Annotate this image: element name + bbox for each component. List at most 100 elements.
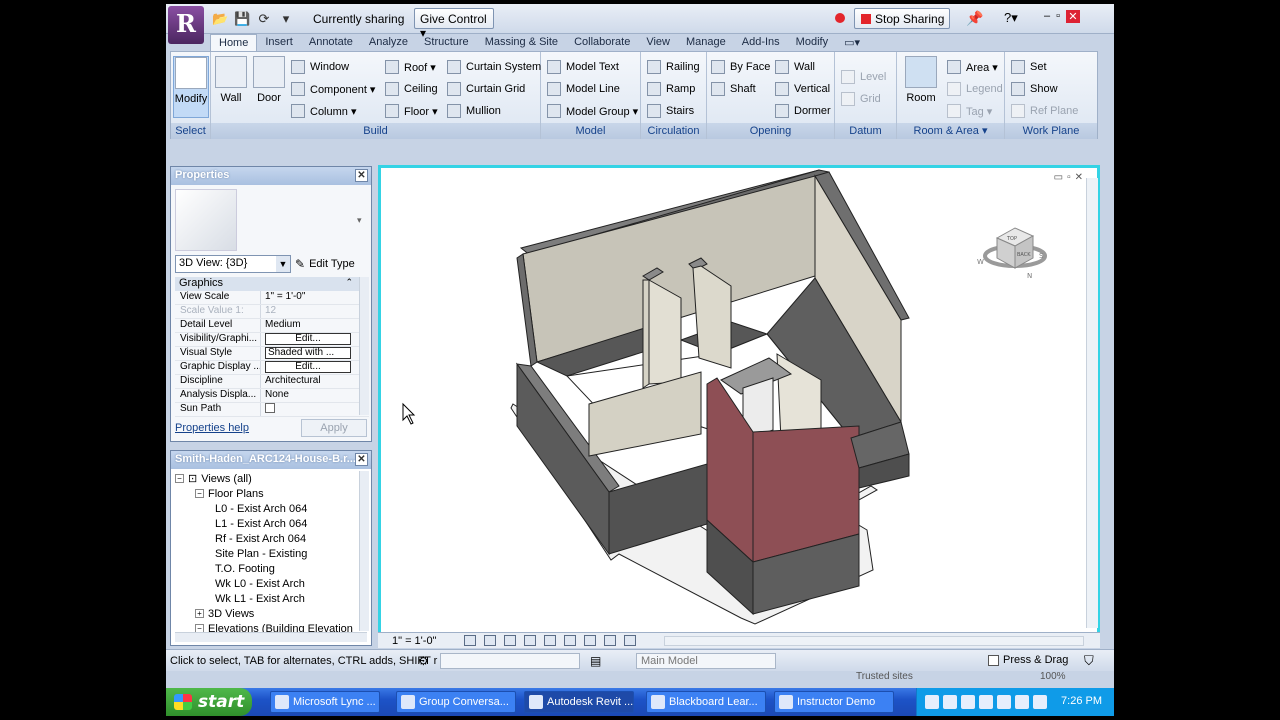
tray-update-icon[interactable] — [1015, 695, 1029, 709]
grid-button[interactable]: Grid — [841, 90, 881, 108]
browser-hscrollbar[interactable] — [175, 632, 367, 642]
tab-view[interactable]: View — [638, 34, 678, 51]
active-workset-combo[interactable] — [440, 653, 580, 669]
ribbon-minimize-toggle[interactable]: ▭▾ — [836, 34, 868, 51]
tag-button[interactable]: Tag ▾ — [947, 102, 992, 120]
wall-button[interactable]: Wall — [213, 56, 249, 104]
open-icon[interactable]: 📂 — [212, 11, 228, 27]
visibility-edit-button[interactable]: Edit... — [265, 333, 351, 345]
tab-manage[interactable]: Manage — [678, 34, 734, 51]
press-drag-toggle[interactable]: Press & Drag — [988, 654, 1068, 666]
tray-security-icon[interactable] — [961, 695, 975, 709]
tab-massing-site[interactable]: Massing & Site — [477, 34, 566, 51]
view-hscrollbar[interactable] — [664, 635, 1084, 646]
task-instructor-demo[interactable]: Instructor Demo — [774, 691, 894, 713]
tree-item[interactable]: Site Plan - Existing — [175, 546, 357, 561]
edit-type-icon[interactable]: ✎ — [295, 257, 305, 271]
tab-home[interactable]: Home — [210, 34, 258, 51]
group-graphics[interactable]: Graphics ⌃ — [175, 277, 369, 291]
by-face-button[interactable]: By Face — [711, 58, 770, 76]
pin-icon[interactable]: 📌 — [966, 10, 983, 27]
tree-item[interactable]: T.O. Footing — [175, 561, 357, 576]
sync-icon[interactable]: ⟳ — [256, 11, 272, 27]
tab-insert[interactable]: Insert — [257, 34, 301, 51]
save-icon[interactable]: 💾 — [234, 11, 250, 27]
vertical-button[interactable]: Vertical — [775, 80, 830, 98]
minimize-button[interactable]: – — [1044, 10, 1050, 23]
design-option-combo[interactable]: Main Model — [636, 653, 776, 669]
chevron-down-icon[interactable]: ▾ — [278, 11, 294, 27]
level-button[interactable]: Level — [841, 68, 886, 86]
prop-row-discipline[interactable]: Discipline Architectural — [175, 375, 369, 389]
editable-icon[interactable]: ▤ — [590, 654, 601, 668]
show-button[interactable]: Show — [1011, 80, 1058, 98]
prop-row-detail-level[interactable]: Detail Level Medium — [175, 319, 369, 333]
prop-value[interactable]: Medium — [261, 319, 369, 332]
maximize-button[interactable]: ▫ — [1056, 10, 1060, 23]
tree-item[interactable]: Wk L0 - Exist Arch — [175, 576, 357, 591]
show-crop-icon[interactable] — [564, 635, 577, 646]
tab-add-ins[interactable]: Add-Ins — [734, 34, 788, 51]
properties-close-button[interactable]: ✕ — [355, 169, 368, 182]
tray-lync-icon[interactable] — [979, 695, 993, 709]
prop-value[interactable]: Architectural — [261, 375, 369, 388]
tray-misc-icon[interactable] — [1033, 695, 1047, 709]
task-group-conversation[interactable]: Group Conversa... — [396, 691, 516, 713]
expand-toggle[interactable]: + — [195, 609, 204, 618]
3d-view-canvas[interactable]: ▭▫✕ TOP BACK W S N — [378, 165, 1100, 635]
tree-item[interactable]: Rf - Exist Arch 064 — [175, 531, 357, 546]
shadows-icon[interactable] — [524, 635, 537, 646]
stairs-button[interactable]: Stairs — [647, 102, 694, 120]
crop-view-icon[interactable] — [544, 635, 557, 646]
prop-value[interactable]: 1" = 1'-0" — [261, 291, 369, 304]
task-autodesk-revit[interactable]: Autodesk Revit ... — [524, 691, 634, 713]
press-drag-checkbox[interactable] — [988, 654, 999, 666]
model-group-button[interactable]: Model Group ▾ — [547, 102, 638, 120]
tab-structure[interactable]: Structure — [416, 34, 477, 51]
curtain-grid-button[interactable]: Curtain Grid — [447, 80, 525, 98]
stop-sharing-button[interactable]: Stop Sharing — [854, 8, 950, 29]
tree-item[interactable]: L0 - Exist Arch 064 — [175, 501, 357, 516]
model-text-button[interactable]: Model Text — [547, 58, 619, 76]
model-line-button[interactable]: Model Line — [547, 80, 620, 98]
tray-network-icon[interactable] — [943, 695, 957, 709]
graphic-display-edit-button[interactable]: Edit... — [265, 361, 351, 373]
collapse-icon[interactable]: ⌃ — [345, 277, 353, 288]
give-control-button[interactable]: Give Control ▾ — [414, 8, 494, 40]
close-button[interactable]: ✕ — [1066, 10, 1081, 23]
prop-row-analysis-display[interactable]: Analysis Displa... None — [175, 389, 369, 403]
apply-button[interactable]: Apply — [301, 419, 367, 437]
tray-volume-icon[interactable] — [997, 695, 1011, 709]
task-blackboard[interactable]: Blackboard Lear... — [646, 691, 766, 713]
tab-analyze[interactable]: Analyze — [361, 34, 416, 51]
roof-button[interactable]: Roof ▾ — [385, 58, 436, 76]
collapse-toggle[interactable]: − — [195, 489, 204, 498]
door-button[interactable]: Door — [251, 56, 287, 104]
edit-type-button[interactable]: Edit Type — [309, 258, 355, 270]
room-button[interactable]: Room — [901, 56, 941, 104]
tab-annotate[interactable]: Annotate — [301, 34, 361, 51]
sun-path-icon[interactable] — [504, 635, 517, 646]
browser-vscrollbar[interactable] — [359, 471, 369, 631]
prop-row-visual-style[interactable]: Visual Style Shaded with ... — [175, 347, 369, 361]
type-dropdown-icon[interactable]: ▾ — [357, 215, 362, 226]
prop-row-sun-path[interactable]: Sun Path — [175, 403, 369, 417]
column-button[interactable]: Column ▾ — [291, 102, 356, 120]
visual-style-icon[interactable] — [484, 635, 497, 646]
window-button[interactable]: Window — [291, 58, 349, 76]
start-button[interactable]: start — [166, 688, 252, 716]
panel-title-room-area[interactable]: Room & Area ▾ — [897, 123, 1004, 139]
set-button[interactable]: Set — [1011, 58, 1047, 76]
ramp-button[interactable]: Ramp — [647, 80, 695, 98]
railing-button[interactable]: Railing — [647, 58, 700, 76]
tray-app-icon[interactable] — [925, 695, 939, 709]
view-vscrollbar[interactable] — [1086, 178, 1098, 628]
area-button[interactable]: Area ▾ — [947, 58, 998, 76]
tab-modify[interactable]: Modify — [788, 34, 836, 51]
browser-close-button[interactable]: ✕ — [355, 453, 368, 466]
ceiling-button[interactable]: Ceiling — [385, 80, 438, 98]
tree-item-floor-plans[interactable]: − Floor Plans — [175, 486, 357, 501]
prop-value[interactable]: None — [261, 389, 369, 402]
reveal-hidden-icon[interactable] — [604, 635, 617, 646]
view-scale[interactable]: 1" = 1'-0" — [392, 635, 436, 647]
